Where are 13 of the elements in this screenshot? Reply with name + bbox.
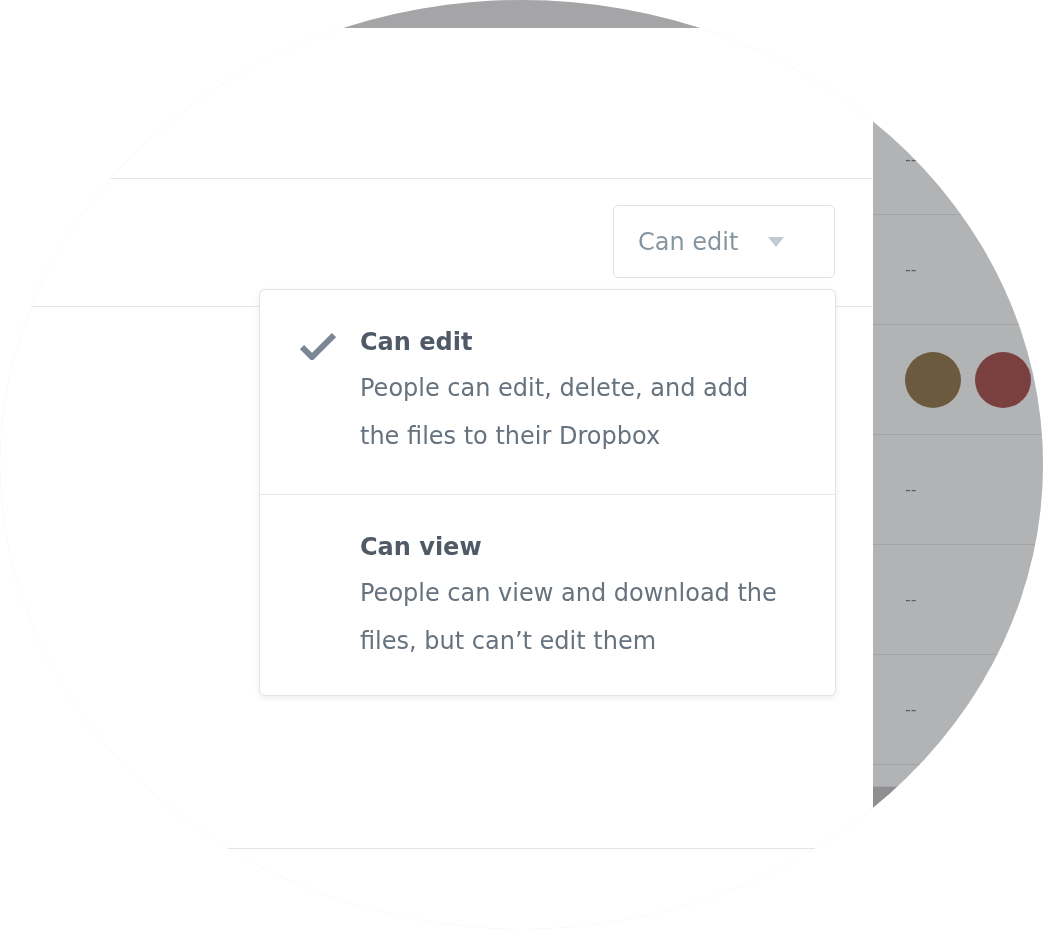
table-cell: --: [905, 260, 917, 279]
option-title: Can edit: [360, 328, 474, 356]
checkmark-icon: [300, 332, 336, 360]
table-cell: --: [905, 150, 917, 169]
caret-icon: [768, 236, 785, 247]
table-cell: --: [905, 480, 917, 499]
option-description: People can view and download the files, but can’t edit them: [360, 578, 778, 657]
menu-option[interactable]: Can edit People can edit, delete, and add the files to their Dropbox: [260, 290, 835, 495]
table-cell: --: [905, 590, 917, 609]
table-cell: --: [905, 700, 917, 719]
option-description: People can edit, delete, and add the files to their Dropbox: [360, 373, 750, 452]
option-title: Can view: [360, 533, 483, 561]
menu-option[interactable]: Can view People can view and download the files, but can’t edit them: [260, 495, 835, 695]
